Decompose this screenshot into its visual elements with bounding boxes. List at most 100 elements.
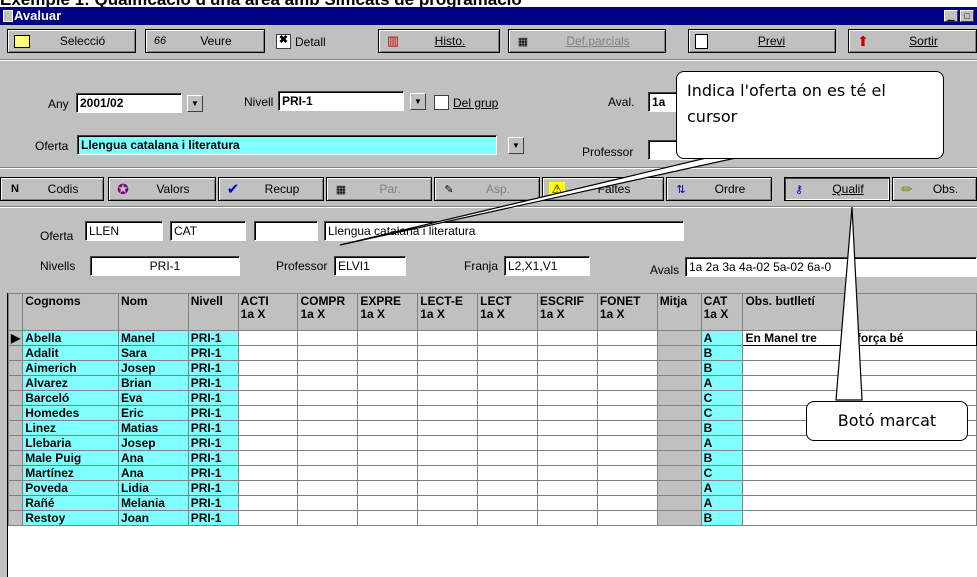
grade-cell[interactable] <box>477 510 538 526</box>
grade-cell[interactable] <box>357 360 419 376</box>
column-header[interactable]: Mitja <box>656 293 702 331</box>
grade-cell[interactable] <box>297 360 359 376</box>
grade-cell[interactable] <box>237 480 299 496</box>
grade-cell[interactable] <box>237 390 299 406</box>
obs-cell[interactable] <box>742 495 977 511</box>
column-header[interactable]: EXPRE 1a X <box>357 293 419 331</box>
table-row[interactable]: Martínez Ana PRI-1 C <box>8 465 977 481</box>
grade-cell[interactable] <box>357 330 419 346</box>
grade-cell[interactable] <box>596 345 658 361</box>
grade-cell[interactable] <box>237 405 299 421</box>
grade-cell[interactable] <box>297 465 359 481</box>
grade-cell[interactable] <box>417 330 479 346</box>
column-header[interactable]: CAT 1a X <box>700 293 744 331</box>
grade-cell[interactable] <box>357 480 419 496</box>
cat-cell[interactable]: C <box>700 465 744 481</box>
grade-cell[interactable] <box>596 375 658 391</box>
grade-cell[interactable] <box>417 450 479 466</box>
grade-cell[interactable] <box>357 420 419 436</box>
column-header[interactable]: Obs. butlletí <box>742 293 977 331</box>
grade-cell[interactable] <box>357 450 419 466</box>
column-header[interactable]: ESCRIF 1a X <box>536 293 598 331</box>
grade-cell[interactable] <box>297 510 359 526</box>
column-header[interactable]: FONET 1a X <box>596 293 658 331</box>
def-parcials-button[interactable]: ▦ Def.parcials <box>508 29 666 53</box>
grade-cell[interactable] <box>477 360 538 376</box>
par-button[interactable]: ▦ Par. <box>326 177 432 201</box>
grade-cell[interactable] <box>297 435 359 451</box>
grade-cell[interactable] <box>477 405 538 421</box>
grade-cell[interactable] <box>536 420 598 436</box>
minimize-button[interactable]: ▁ <box>944 10 958 22</box>
grade-cell[interactable] <box>536 495 598 511</box>
grade-cell[interactable] <box>297 420 359 436</box>
nivell-dropdown-icon[interactable]: ▼ <box>410 93 426 110</box>
grade-cell[interactable] <box>417 495 479 511</box>
cat-cell[interactable]: C <box>700 405 744 421</box>
column-header[interactable]: LECT-E 1a X <box>417 293 479 331</box>
grade-cell[interactable] <box>297 375 359 391</box>
sortir-button[interactable]: ⬆ Sortir <box>848 29 977 53</box>
obs-cell[interactable]: En Manel tre força bé <box>742 330 977 346</box>
grade-cell[interactable] <box>237 345 299 361</box>
grade-cell[interactable] <box>477 330 538 346</box>
grade-cell[interactable] <box>536 480 598 496</box>
grade-cell[interactable] <box>357 465 419 481</box>
grade-cell[interactable] <box>357 390 419 406</box>
grade-cell[interactable] <box>357 345 419 361</box>
grade-cell[interactable] <box>357 510 419 526</box>
detall-checkbox[interactable]: ✖ Detall <box>276 34 326 49</box>
grade-cell[interactable] <box>536 450 598 466</box>
grade-cell[interactable] <box>297 390 359 406</box>
del-grup-checkbox[interactable]: Del grup <box>434 95 498 110</box>
column-header[interactable]: ACTI 1a X <box>237 293 299 331</box>
grade-cell[interactable] <box>297 405 359 421</box>
grade-cell[interactable] <box>477 420 538 436</box>
table-row[interactable]: Aimerich Josep PRI-1 B <box>8 360 977 376</box>
any-dropdown-icon[interactable]: ▼ <box>187 95 203 112</box>
previ-button[interactable]: Previ <box>688 29 836 53</box>
grade-cell[interactable] <box>536 345 598 361</box>
qualif-button[interactable]: ⚷ Qualif <box>784 177 890 201</box>
grade-cell[interactable] <box>297 480 359 496</box>
grade-cell[interactable] <box>477 495 538 511</box>
maximize-button[interactable]: □ <box>960 10 974 22</box>
column-header[interactable]: COMPR 1a X <box>297 293 359 331</box>
grade-cell[interactable] <box>536 360 598 376</box>
grade-cell[interactable] <box>596 330 658 346</box>
column-header[interactable]: LECT 1a X <box>477 293 538 331</box>
grade-cell[interactable] <box>417 480 479 496</box>
cat-cell[interactable]: B <box>700 450 744 466</box>
grade-cell[interactable] <box>237 330 299 346</box>
grade-cell[interactable] <box>536 390 598 406</box>
grade-cell[interactable] <box>417 435 479 451</box>
table-row[interactable]: Poveda Lidia PRI-1 A <box>8 480 977 496</box>
grade-cell[interactable] <box>417 390 479 406</box>
grade-cell[interactable] <box>417 360 479 376</box>
grade-cell[interactable] <box>596 510 658 526</box>
veure-button[interactable]: 66 Veure <box>145 29 265 53</box>
column-header[interactable]: Cognoms <box>22 293 119 331</box>
grade-cell[interactable] <box>237 420 299 436</box>
cat-cell[interactable]: B <box>700 345 744 361</box>
grade-cell[interactable] <box>477 345 538 361</box>
seleccio-button[interactable]: Selecció <box>7 29 136 53</box>
grade-cell[interactable] <box>237 375 299 391</box>
asp-button[interactable]: ✎ Asp. <box>434 177 540 201</box>
grade-cell[interactable] <box>596 480 658 496</box>
cat-cell[interactable]: A <box>700 495 744 511</box>
grade-cell[interactable] <box>477 435 538 451</box>
cat-cell[interactable]: A <box>700 435 744 451</box>
grade-cell[interactable] <box>596 435 658 451</box>
obs-cell[interactable] <box>742 360 977 376</box>
cat-cell[interactable]: A <box>700 330 744 346</box>
cat-cell[interactable]: A <box>700 480 744 496</box>
cat-cell[interactable]: B <box>700 420 744 436</box>
table-row[interactable]: Restoy Joan PRI-1 B <box>8 510 977 526</box>
grade-cell[interactable] <box>536 465 598 481</box>
table-row[interactable]: Adalit Sara PRI-1 B <box>8 345 977 361</box>
grade-cell[interactable] <box>417 345 479 361</box>
column-header[interactable]: Nivell <box>187 293 239 331</box>
grade-cell[interactable] <box>596 465 658 481</box>
grade-cell[interactable] <box>417 405 479 421</box>
